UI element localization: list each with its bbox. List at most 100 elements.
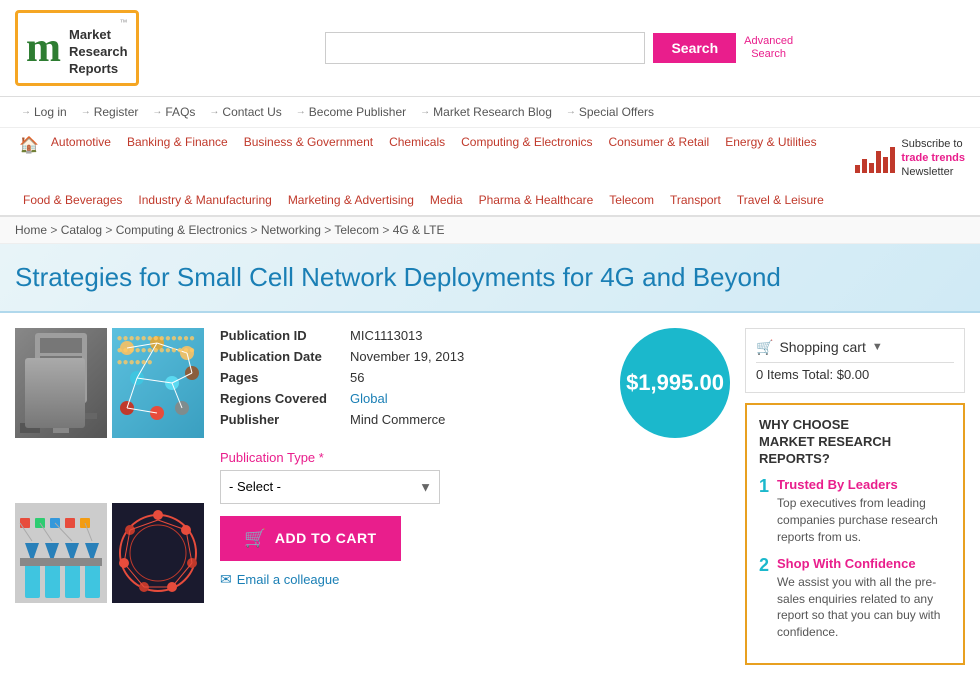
breadcrumb-home[interactable]: Home [15, 223, 47, 237]
category-nav: 🏠 Automotive Banking & Finance Business … [0, 128, 980, 217]
cart-divider [756, 362, 954, 363]
publisher-value: Mind Commerce [350, 412, 445, 427]
regions-value: Global [350, 391, 388, 406]
required-marker: * [319, 450, 324, 465]
why-item-1: 1 Trusted By Leaders Top executives from… [759, 477, 951, 545]
search-input[interactable] [325, 32, 645, 64]
cat-consumer[interactable]: Consumer & Retail [601, 128, 718, 189]
email-colleague-text: Email a colleague [237, 572, 340, 587]
cat-automotive[interactable]: Automotive [43, 128, 119, 189]
pub-date-value: November 19, 2013 [350, 349, 464, 364]
nav-login[interactable]: Log in [15, 103, 73, 121]
meta-publication-date: Publication Date November 19, 2013 [220, 349, 600, 364]
publication-type-select-wrapper: - Select - PDF Print PDF + Print ▼ [220, 470, 440, 504]
product-image-4 [112, 503, 204, 603]
nav-register[interactable]: Register [75, 103, 145, 121]
why-heading-1: Trusted By Leaders [777, 477, 951, 492]
category-row-2: Food & Beverages Industry & Manufacturin… [15, 189, 965, 215]
why-content-2: Shop With Confidence We assist you with … [777, 556, 951, 641]
advanced-search-link[interactable]: Advanced Search [744, 35, 793, 61]
nav-faqs[interactable]: FAQs [146, 103, 201, 121]
cat-transport[interactable]: Transport [662, 189, 729, 211]
product-image-2 [112, 328, 204, 438]
shopping-cart-box: 🛒 Shopping cart ▼ 0 Items Total: $0.00 [745, 328, 965, 393]
publication-type-select[interactable]: - Select - PDF Print PDF + Print [220, 470, 440, 504]
pub-date-label: Publication Date [220, 349, 350, 364]
why-item-2: 2 Shop With Confidence We assist you wit… [759, 556, 951, 641]
product-image-3 [15, 503, 107, 603]
pub-id-value: MIC1113013 [350, 328, 423, 343]
header: m ™ Market Research Reports Search Advan… [0, 0, 980, 97]
cat-travel[interactable]: Travel & Leisure [729, 189, 832, 211]
why-body-1: Top executives from leading companies pu… [777, 495, 951, 545]
breadcrumb-computing[interactable]: Computing & Electronics [116, 223, 247, 237]
cat-media[interactable]: Media [422, 189, 471, 211]
pages-label: Pages [220, 370, 350, 385]
publication-type-section: Publication Type * - Select - PDF Print … [220, 450, 730, 504]
right-sidebar: 🛒 Shopping cart ▼ 0 Items Total: $0.00 W… [745, 328, 965, 665]
publisher-label: Publisher [220, 412, 350, 427]
category-row-1: 🏠 Automotive Banking & Finance Business … [15, 128, 965, 189]
nav-links: Log in Register FAQs Contact Us Become P… [0, 97, 980, 128]
product-image-1 [15, 328, 107, 438]
meta-pages: Pages 56 [220, 370, 600, 385]
why-content-1: Trusted By Leaders Top executives from l… [777, 477, 951, 545]
price-circle: $1,995.00 [620, 328, 730, 438]
shopping-cart-icon: 🛒 [756, 339, 773, 356]
why-choose-box: WHY CHOOSE MARKET RESEARCH REPORTS? 1 Tr… [745, 403, 965, 665]
breadcrumb-telecom[interactable]: Telecom [334, 223, 379, 237]
page-title: Strategies for Small Cell Network Deploy… [15, 262, 965, 293]
breadcrumb-4g-lte[interactable]: 4G & LTE [393, 223, 445, 237]
product-images [15, 328, 205, 665]
nav-publisher[interactable]: Become Publisher [290, 103, 412, 121]
cart-items: 0 Items [756, 367, 799, 382]
meta-publisher: Publisher Mind Commerce [220, 412, 600, 427]
cat-computing[interactable]: Computing & Electronics [453, 128, 600, 189]
why-heading-2: Shop With Confidence [777, 556, 951, 571]
email-colleague-link[interactable]: ✉ Email a colleague [220, 571, 730, 588]
cat-food[interactable]: Food & Beverages [15, 189, 130, 211]
why-choose-title: WHY CHOOSE MARKET RESEARCH REPORTS? [759, 417, 951, 468]
cat-industry[interactable]: Industry & Manufacturing [130, 189, 279, 211]
home-icon[interactable]: 🏠 [15, 128, 43, 189]
cat-telecom[interactable]: Telecom [601, 189, 662, 211]
add-to-cart-button[interactable]: 🛒 ADD TO CART [220, 516, 401, 561]
regions-link[interactable]: Global [350, 391, 388, 406]
meta-publication-id: Publication ID MIC1113013 [220, 328, 600, 343]
cart-dropdown-icon[interactable]: ▼ [872, 341, 883, 353]
pages-value: 56 [350, 370, 364, 385]
cat-energy[interactable]: Energy & Utilities [717, 128, 824, 189]
cat-marketing[interactable]: Marketing & Advertising [280, 189, 422, 211]
product-meta: Publication ID MIC1113013 Publication Da… [220, 328, 730, 438]
cart-total-label: Total: [802, 367, 833, 382]
why-number-2: 2 [759, 556, 769, 641]
logo[interactable]: m ™ Market Research Reports [15, 10, 139, 86]
why-number-1: 1 [759, 477, 769, 545]
cart-title: Shopping cart [779, 339, 865, 355]
search-button[interactable]: Search [653, 33, 736, 63]
logo-tm: ™ [65, 18, 128, 27]
cat-pharma[interactable]: Pharma & Healthcare [471, 189, 602, 211]
trend-chart-icon [855, 143, 895, 173]
cat-chemicals[interactable]: Chemicals [381, 128, 453, 189]
pub-type-label: Publication Type * [220, 450, 730, 465]
search-area: Search Advanced Search [154, 32, 965, 64]
cart-total: 0 Items Total: $0.00 [756, 367, 954, 382]
cat-banking[interactable]: Banking & Finance [119, 128, 236, 189]
nav-offers[interactable]: Special Offers [560, 103, 660, 121]
cart-total-value: $0.00 [837, 367, 870, 382]
price-value: $1,995.00 [626, 370, 724, 396]
logo-letter-m: m [26, 27, 61, 69]
cat-business[interactable]: Business & Government [236, 128, 381, 189]
breadcrumb-networking[interactable]: Networking [261, 223, 321, 237]
nav-blog[interactable]: Market Research Blog [414, 103, 558, 121]
why-body-2: We assist you with all the pre-sales enq… [777, 574, 951, 641]
logo-text: Market Research Reports [69, 27, 128, 78]
subscribe-line1: Subscribe to [901, 137, 965, 151]
subscribe-line3: Newsletter [901, 165, 965, 179]
cart-icon: 🛒 [244, 528, 267, 549]
pub-id-label: Publication ID [220, 328, 350, 343]
nav-contact[interactable]: Contact Us [203, 103, 287, 121]
breadcrumb-catalog[interactable]: Catalog [61, 223, 102, 237]
breadcrumb: Home > Catalog > Computing & Electronics… [0, 217, 980, 244]
